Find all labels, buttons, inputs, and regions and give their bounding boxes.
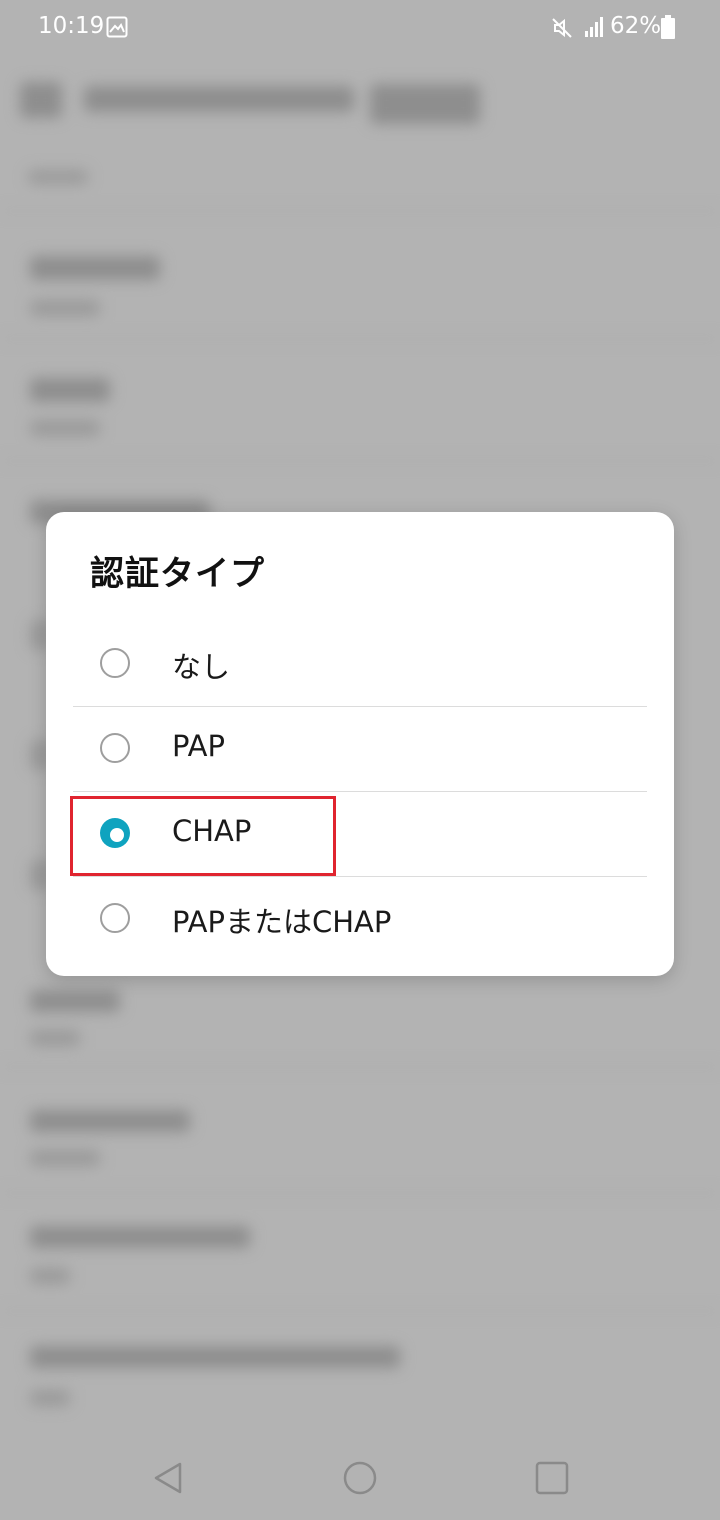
- status-time: 10:19: [38, 13, 105, 39]
- auth-type-dialog: 認証タイプ なし PAP CHAP PAPまたはCHAP: [46, 512, 674, 976]
- navigation-bar: [0, 1430, 720, 1520]
- mute-icon: [552, 18, 572, 38]
- gallery-icon: [106, 16, 128, 38]
- screen: 10:19 62% 認証タイプ なし PAP CHAP PAPまたはCHAP: [0, 0, 720, 1520]
- radio-button[interactable]: [100, 648, 130, 678]
- status-bar: 10:19 62%: [0, 0, 720, 56]
- radio-button[interactable]: [100, 903, 130, 933]
- option-pap-or-chap[interactable]: PAPまたはCHAP: [73, 877, 647, 962]
- battery-icon: [661, 15, 675, 39]
- back-icon[interactable]: [150, 1460, 186, 1496]
- option-label: PAP: [172, 729, 225, 763]
- home-icon[interactable]: [342, 1460, 378, 1496]
- radio-button[interactable]: [100, 733, 130, 763]
- option-label: PAPまたはCHAP: [172, 905, 392, 939]
- dialog-title: 認証タイプ: [90, 554, 265, 594]
- option-label: なし: [172, 650, 231, 684]
- battery-percent: 62%: [610, 13, 662, 39]
- signal-icon: [585, 17, 603, 37]
- option-pap[interactable]: PAP: [73, 707, 647, 792]
- highlight-box: [70, 796, 336, 876]
- option-none[interactable]: なし: [73, 622, 647, 707]
- recents-icon[interactable]: [534, 1460, 570, 1496]
